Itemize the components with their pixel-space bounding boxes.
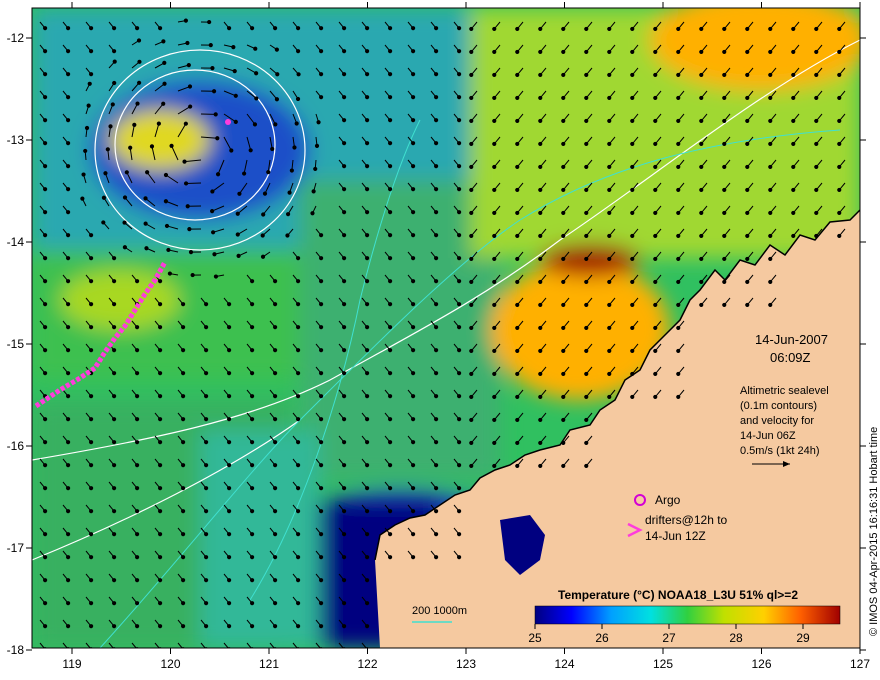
lat-tick-label: -16	[7, 439, 25, 453]
argo-label: Argo	[655, 493, 681, 507]
credit-text: © IMOS 04-Apr-2015 16:16:31 Hobart time	[868, 427, 880, 636]
svg-text:0.5m/s (1kt 24h): 0.5m/s (1kt 24h)	[740, 445, 819, 457]
colorbar-tick-label: 29	[796, 631, 810, 645]
lon-tick-label: 123	[456, 657, 476, 671]
lon-tick-label: 125	[653, 657, 673, 671]
drifters-label-1: drifters@12h to	[645, 513, 728, 527]
colorbar-tick-label: 27	[662, 631, 676, 645]
svg-text:14-Jun 06Z: 14-Jun 06Z	[740, 430, 796, 442]
lat-tick-label: -12	[7, 31, 25, 45]
svg-text:(0.1m contours): (0.1m contours)	[740, 400, 817, 412]
map-date: 14-Jun-2007	[755, 332, 828, 347]
lat-tick-label: -13	[7, 133, 25, 147]
svg-text:Altimetric sealevel: Altimetric sealevel	[740, 385, 829, 397]
lat-tick-label: -14	[7, 235, 25, 249]
lon-tick-label: 122	[357, 657, 377, 671]
lon-tick-label: 126	[751, 657, 771, 671]
svg-text:200 1000m: 200 1000m	[412, 605, 467, 617]
colorbar-tick-label: 26	[595, 631, 609, 645]
lon-tick-label: 121	[259, 657, 279, 671]
drifter-point	[225, 119, 231, 125]
map-time: 06:09Z	[770, 350, 811, 365]
drifters-label-2: 14-Jun 12Z	[645, 529, 706, 543]
lat-tick-label: -18	[7, 643, 25, 657]
colorbar-tick-label: 25	[528, 631, 542, 645]
lat-tick-label: -15	[7, 337, 25, 351]
svg-text:and velocity for: and velocity for	[740, 415, 814, 427]
lon-tick-label: 119	[62, 657, 81, 671]
colorbar-title: Temperature (°C) NOAA18_L3U 51% ql>=2	[558, 588, 798, 602]
sst-map: 119 120 121 122 123 124 125 126 127 -12 -13 -14 -15…	[7, 2, 880, 671]
lon-tick-label: 120	[160, 657, 180, 671]
lat-tick-label: -17	[7, 541, 25, 555]
lon-tick-label: 124	[554, 657, 574, 671]
lon-tick-label: 127	[850, 657, 870, 671]
colorbar-tick-label: 28	[729, 631, 743, 645]
colorbar	[534, 605, 841, 625]
